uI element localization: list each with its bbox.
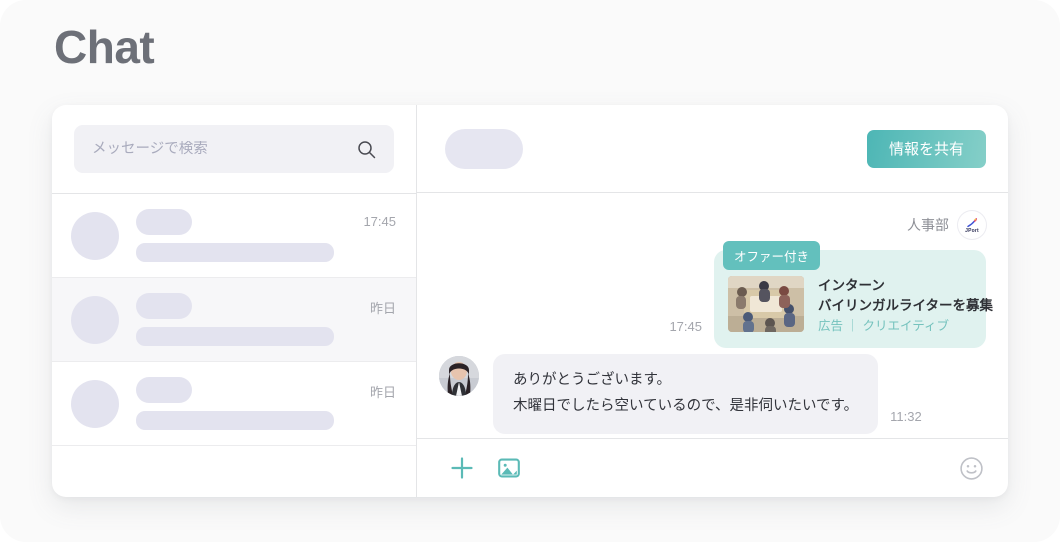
reply-line2: 木曜日でしたら空いているので、是非伺いたいです。 <box>513 397 859 414</box>
avatar <box>439 356 479 397</box>
list-item-placeholder-lines <box>136 293 370 346</box>
chat-header: 情報を共有 <box>417 105 1008 193</box>
message-reply: ありがとうございます。 木曜日でしたら空いているので、是非伺いたいです。 11:… <box>439 354 986 434</box>
offer-badge: オファー付き <box>723 241 821 270</box>
offer-thumbnail-image <box>728 276 804 332</box>
list-item-time: 昨日 <box>369 385 396 400</box>
search-icon[interactable] <box>357 140 376 159</box>
placeholder-name-bar <box>136 293 192 319</box>
placeholder-preview-bar <box>136 243 334 262</box>
offer-sender-name: 人事部 <box>907 217 949 233</box>
emoji-icon[interactable] <box>959 456 984 481</box>
list-item-time: 昨日 <box>369 301 396 316</box>
list-item-time: 17:45 <box>363 214 396 229</box>
offer-sender-row: 人事部 JPort <box>907 211 986 239</box>
offer-title-line2: バイリンガルライターを募集 <box>818 297 993 313</box>
conversation-panel: 17:45 昨日 昨日 <box>52 105 417 497</box>
offer-column: 人事部 JPort オファー付き インターン バイリンガルライターを募集 広告 … <box>714 211 993 349</box>
jport-logo-icon: JPort <box>958 211 986 239</box>
composer-actions <box>449 455 521 481</box>
list-item[interactable]: 17:45 <box>52 194 416 278</box>
placeholder-name-bar <box>136 377 192 403</box>
avatar <box>71 295 119 344</box>
placeholder-name-bar <box>136 209 192 235</box>
share-button[interactable]: 情報を共有 <box>866 129 986 168</box>
chat-card: 17:45 昨日 昨日 <box>52 105 1008 497</box>
plus-icon[interactable] <box>449 455 475 481</box>
conversation-list: 17:45 昨日 昨日 <box>52 194 416 497</box>
placeholder-preview-bar <box>136 411 334 430</box>
search-box[interactable] <box>74 125 394 173</box>
composer <box>417 439 1008 497</box>
list-item-placeholder-lines <box>136 209 363 262</box>
list-item-placeholder-lines <box>136 377 370 430</box>
avatar <box>71 211 119 260</box>
offer-text: インターン バイリンガルライターを募集 広告 ｜ クリエイティブ <box>818 276 993 336</box>
message-time: 17:45 <box>669 319 702 335</box>
list-item[interactable]: 昨日 <box>52 362 416 446</box>
search-input[interactable] <box>92 141 357 157</box>
placeholder-preview-bar <box>136 327 334 346</box>
chat-panel: 情報を共有 17:45 人事部 JPort オファー付き インターン バイリンガ… <box>417 105 1008 497</box>
jport-logo-label: JPort <box>965 227 979 234</box>
reply-line1: ありがとうございます。 <box>513 372 672 389</box>
list-item[interactable]: 昨日 <box>52 278 416 362</box>
message-area: 17:45 人事部 JPort オファー付き インターン バイリンガルライターを… <box>417 193 1008 439</box>
reply-bubble: ありがとうございます。 木曜日でしたら空いているので、是非伺いたいです。 <box>493 354 879 434</box>
message-time: 11:32 <box>890 408 922 424</box>
search-area <box>52 105 416 194</box>
chat-title-placeholder <box>445 128 523 169</box>
avatar <box>71 379 119 428</box>
page-title: Chat <box>54 21 155 73</box>
image-icon[interactable] <box>497 456 521 480</box>
message-offer: 17:45 人事部 JPort オファー付き インターン バイリンガルライターを… <box>439 211 993 349</box>
offer-title-line1: インターン <box>818 278 885 293</box>
offer-bubble-wrap: オファー付き インターン バイリンガルライターを募集 広告 ｜ クリエイティブ <box>714 241 993 349</box>
offer-tags[interactable]: 広告 ｜ クリエイティブ <box>818 316 970 336</box>
app-root: Chat メッセージで検索 17:45 昨日 昨日 情報を共有 17:45 人事… <box>0 0 1060 542</box>
